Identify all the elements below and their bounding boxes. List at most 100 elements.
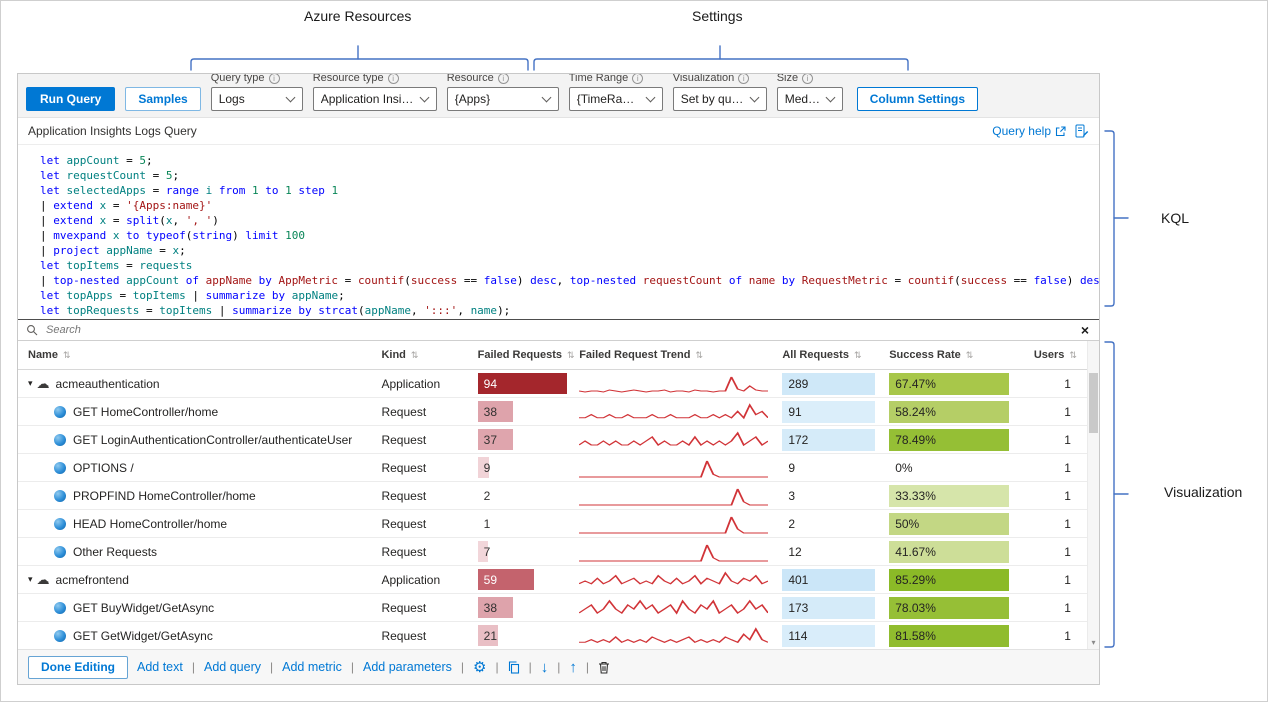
users-cell: 1	[1023, 370, 1087, 397]
move-up-icon[interactable]: ↑	[569, 660, 577, 675]
column-header[interactable]: Users⇅	[1023, 349, 1087, 361]
globe-icon	[54, 462, 66, 474]
column-header[interactable]: Failed Request Trend ⇅	[579, 349, 782, 361]
table-row[interactable]: GET BuyWidget/GetAsyncRequest3817378.03%…	[18, 594, 1087, 622]
separator: |	[192, 660, 195, 674]
code-line: | top-nested appCount of appName by AppM…	[40, 273, 1091, 288]
visualization-dropdown[interactable]: Set by query	[673, 87, 767, 111]
table-row[interactable]: GET HomeController/homeRequest389158.24%…	[18, 398, 1087, 426]
sort-icon: ⇅	[695, 350, 703, 361]
scrollbar-thumb[interactable]	[1089, 373, 1098, 433]
query-help-link[interactable]: Query help	[992, 124, 1066, 138]
code-line: let requestCount = 5;	[40, 168, 1091, 183]
query-type-dropdown[interactable]: Logs	[211, 87, 303, 111]
samples-button[interactable]: Samples	[125, 87, 200, 111]
kql-editor[interactable]: let appCount = 5;let requestCount = 5; le…	[18, 145, 1099, 319]
failed-value: 59	[484, 566, 497, 593]
kind-cell: Application	[381, 566, 477, 593]
search-input[interactable]	[44, 323, 1073, 337]
success-rate-value: 41.67%	[889, 541, 1009, 563]
chevron-down-icon	[285, 93, 295, 103]
trash-icon[interactable]	[598, 661, 610, 674]
table-row[interactable]: GET GetWidget/GetAsyncRequest2111481.58%…	[18, 622, 1087, 649]
row-name: GET LoginAuthenticationController/authen…	[73, 433, 352, 447]
chevron-down-icon	[541, 93, 551, 103]
success-rate-value: 78.03%	[889, 597, 1009, 619]
kind-cell: Application	[381, 370, 477, 397]
resource-type-group: Resource typei Application Insights	[313, 73, 437, 111]
all-requests-cell: 172	[782, 426, 889, 453]
copy-icon[interactable]	[508, 661, 520, 674]
sort-icon: ⇅	[567, 350, 575, 361]
info-icon: i	[498, 73, 509, 84]
trend-cell	[579, 398, 782, 425]
all-requests-value: 12	[782, 541, 875, 563]
column-header[interactable]: Success Rate⇅	[889, 349, 1023, 361]
vertical-scrollbar[interactable]: ▾	[1087, 341, 1099, 649]
kind-cell: Request	[381, 622, 477, 649]
gear-icon[interactable]: ⚙	[473, 660, 486, 675]
column-header[interactable]: Failed Requests ⇅	[478, 349, 580, 361]
resource-dropdown[interactable]: {Apps}	[447, 87, 559, 111]
column-header[interactable]: All Requests⇅	[782, 349, 889, 361]
failed-value: 7	[484, 538, 491, 565]
table-row[interactable]: GET LoginAuthenticationController/authen…	[18, 426, 1087, 454]
users-cell: 1	[1023, 454, 1087, 481]
failed-requests-cell: 38	[478, 398, 580, 425]
all-requests-value: 2	[782, 513, 875, 535]
workbook-panel: Run Query Samples Query typei Logs Resou…	[17, 73, 1100, 685]
size-label: Size	[777, 73, 798, 84]
separator: |	[270, 660, 273, 674]
all-requests-cell: 91	[782, 398, 889, 425]
column-header[interactable]: Kind ⇅	[381, 349, 477, 361]
code-line: let topApps = topItems | summarize by ap…	[40, 288, 1091, 303]
add-metric-link[interactable]: Add metric	[282, 660, 342, 674]
expander-icon[interactable]: ▾	[28, 574, 33, 585]
move-down-icon[interactable]: ↓	[541, 660, 549, 675]
column-settings-button[interactable]: Column Settings	[857, 87, 978, 111]
screenshot-canvas: Azure Resources Settings KQL Visualizati…	[0, 0, 1268, 702]
kind-cell: Request	[381, 594, 477, 621]
feedback-icon[interactable]	[1075, 124, 1089, 138]
column-header[interactable]: Name⇅	[18, 349, 381, 361]
time-range-dropdown[interactable]: {TimeRange}	[569, 87, 663, 111]
success-rate-cell: 50%	[889, 510, 1023, 537]
name-cell: ▾☁acmeauthentication	[18, 370, 381, 397]
size-dropdown[interactable]: Medium	[777, 87, 843, 111]
failed-trend-sparkline	[579, 457, 768, 479]
table-row[interactable]: OPTIONS /Request990%1	[18, 454, 1087, 482]
failed-value: 38	[484, 594, 497, 621]
table-row[interactable]: PROPFIND HomeController/homeRequest2333.…	[18, 482, 1087, 510]
close-icon[interactable]: ×	[1079, 323, 1091, 337]
add-text-link[interactable]: Add text	[137, 660, 183, 674]
scrollbar-down-arrow[interactable]: ▾	[1088, 638, 1099, 647]
users-cell: 1	[1023, 398, 1087, 425]
failed-trend-sparkline	[579, 541, 768, 563]
add-query-link[interactable]: Add query	[204, 660, 261, 674]
column-header-label: Failed Requests	[478, 349, 562, 361]
sort-icon: ⇅	[411, 350, 419, 361]
table-row[interactable]: Other RequestsRequest71241.67%1	[18, 538, 1087, 566]
row-name: acmefrontend	[56, 573, 129, 587]
table-row[interactable]: HEAD HomeController/homeRequest1250%1	[18, 510, 1087, 538]
table-row[interactable]: ▾☁acmefrontendApplication5940185.29%1	[18, 566, 1087, 594]
results-grid: Name⇅Kind⇅Failed Requests⇅Failed Request…	[18, 341, 1099, 649]
column-header-label: Failed Request Trend	[579, 349, 690, 361]
table-row[interactable]: ▾☁acmeauthenticationApplication9428967.4…	[18, 370, 1087, 398]
code-line: let appCount = 5;	[40, 153, 1091, 168]
add-parameters-link[interactable]: Add parameters	[363, 660, 452, 674]
kind-cell: Request	[381, 398, 477, 425]
code-line: | mvexpand x to typeof(string) limit 100	[40, 228, 1091, 243]
failed-requests-cell: 38	[478, 594, 580, 621]
run-query-button[interactable]: Run Query	[26, 87, 115, 111]
success-rate-cell: 81.58%	[889, 622, 1023, 649]
trend-cell	[579, 426, 782, 453]
column-header-label: Kind	[381, 349, 405, 361]
success-rate-cell: 78.49%	[889, 426, 1023, 453]
kind-cell: Request	[381, 426, 477, 453]
done-editing-button[interactable]: Done Editing	[28, 656, 128, 679]
kind-cell: Request	[381, 510, 477, 537]
code-line: | project appName = x;	[40, 243, 1091, 258]
expander-icon[interactable]: ▾	[28, 378, 33, 389]
resource-type-dropdown[interactable]: Application Insights	[313, 87, 437, 111]
